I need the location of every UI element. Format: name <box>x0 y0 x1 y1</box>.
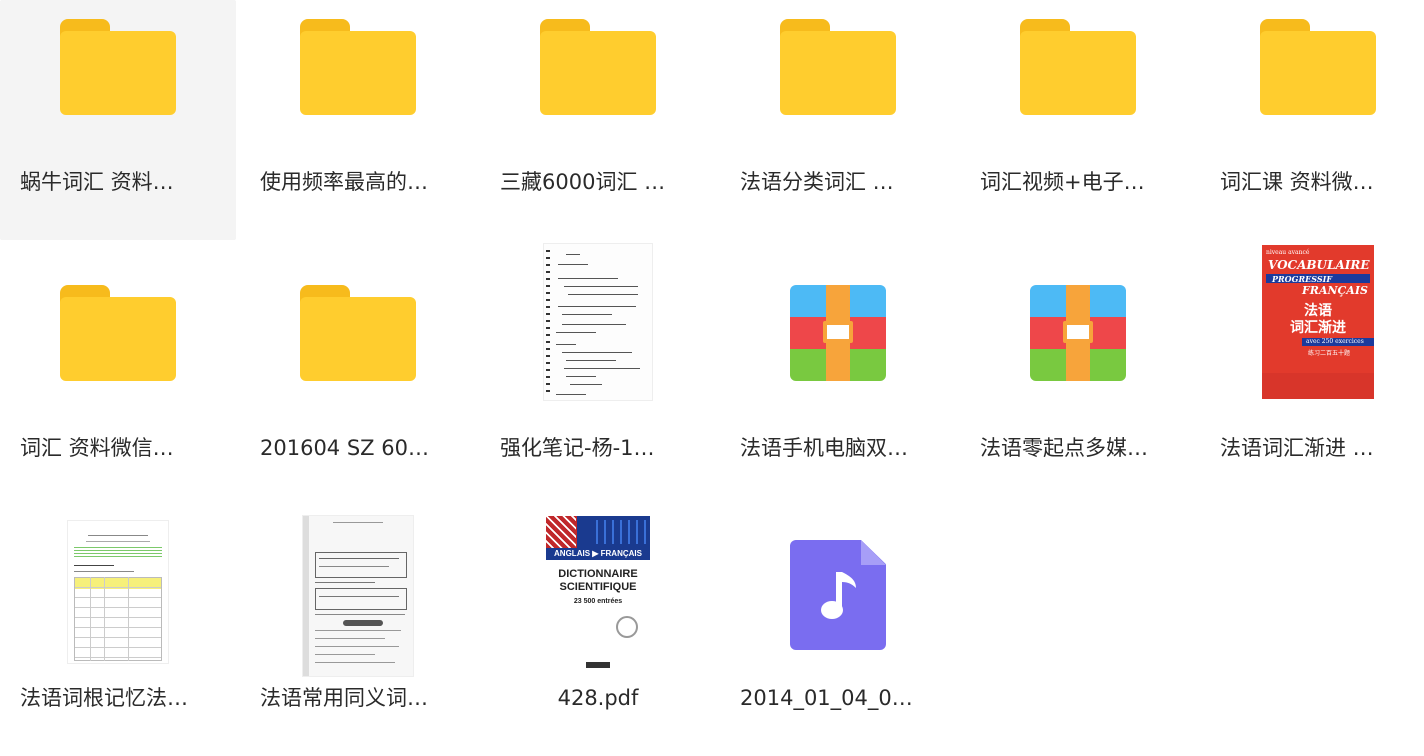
folder-icon <box>298 278 418 388</box>
file-item-document[interactable]: 法语常用同义词… <box>240 516 476 756</box>
file-item-folder[interactable]: 三藏6000词汇 … <box>480 0 716 240</box>
archive-icon <box>778 278 898 388</box>
file-name: 法语分类词汇 … <box>740 170 894 194</box>
table-document-thumbnail <box>58 516 178 668</box>
file-grid: 蜗牛词汇 资料… 使用频率最高的… 三藏6000词汇 … 法语分类词汇 … 词汇… <box>0 0 1424 756</box>
file-name: 三藏6000词汇 … <box>500 170 666 194</box>
file-item-archive[interactable]: 法语手机电脑双… <box>720 266 956 506</box>
file-item-folder[interactable]: 201604 SZ 60… <box>240 266 476 506</box>
folder-icon <box>538 12 658 122</box>
file-name: 强化笔记-杨-1… <box>500 436 655 460</box>
file-name: 法语词汇渐进 … <box>1220 436 1374 460</box>
file-item-folder[interactable]: 词汇课 资料微… <box>1200 0 1424 240</box>
scanned-document-thumbnail <box>298 516 418 676</box>
file-item-folder[interactable]: 法语分类词汇 … <box>720 0 956 240</box>
file-item-folder[interactable]: 词汇视频+电子… <box>960 0 1196 240</box>
file-name: 法语零起点多媒… <box>980 436 1148 460</box>
book-cover-thumbnail: niveau avancé VOCABULAIRE PROGRESSIF FRA… <box>1258 245 1378 399</box>
file-item-folder[interactable]: 词汇 资料微信… <box>0 266 236 506</box>
archive-icon <box>1018 278 1138 388</box>
file-name: 法语词根记忆法… <box>20 686 188 710</box>
folder-icon <box>778 12 898 122</box>
music-note-icon <box>778 540 898 650</box>
file-name: 词汇课 资料微… <box>1220 170 1374 194</box>
folder-icon <box>58 278 178 388</box>
pdf-cover-thumbnail: ANGLAIS ▶ FRANÇAIS DICTIONNAIRE SCIENTIF… <box>538 516 658 668</box>
file-item-folder[interactable]: 蜗牛词汇 资料… <box>0 0 236 240</box>
file-item-document[interactable]: 法语词根记忆法… <box>0 516 236 756</box>
file-item-archive[interactable]: 法语零起点多媒… <box>960 266 1196 506</box>
file-name: 2014_01_04_0… <box>740 686 913 710</box>
file-item-pdf[interactable]: ANGLAIS ▶ FRANÇAIS DICTIONNAIRE SCIENTIF… <box>480 516 716 756</box>
file-item-document[interactable]: 强化笔记-杨-1… <box>480 244 716 506</box>
file-item-folder[interactable]: 使用频率最高的… <box>240 0 476 240</box>
file-name: 法语手机电脑双… <box>740 436 908 460</box>
file-name: 词汇 资料微信… <box>20 436 174 460</box>
file-name: 词汇视频+电子… <box>980 170 1145 194</box>
handwritten-notes-thumbnail <box>538 244 658 400</box>
file-item-audio[interactable]: 2014_01_04_0… <box>720 516 956 756</box>
folder-icon <box>1018 12 1138 122</box>
file-name: 使用频率最高的… <box>260 170 428 194</box>
folder-icon <box>58 12 178 122</box>
file-name: 201604 SZ 60… <box>260 436 429 460</box>
file-name: 428.pdf <box>557 686 639 710</box>
folder-icon <box>298 12 418 122</box>
folder-icon <box>1258 12 1378 122</box>
file-name: 法语常用同义词… <box>260 686 428 710</box>
file-item-document[interactable]: niveau avancé VOCABULAIRE PROGRESSIF FRA… <box>1200 245 1424 506</box>
file-name: 蜗牛词汇 资料… <box>20 170 174 194</box>
